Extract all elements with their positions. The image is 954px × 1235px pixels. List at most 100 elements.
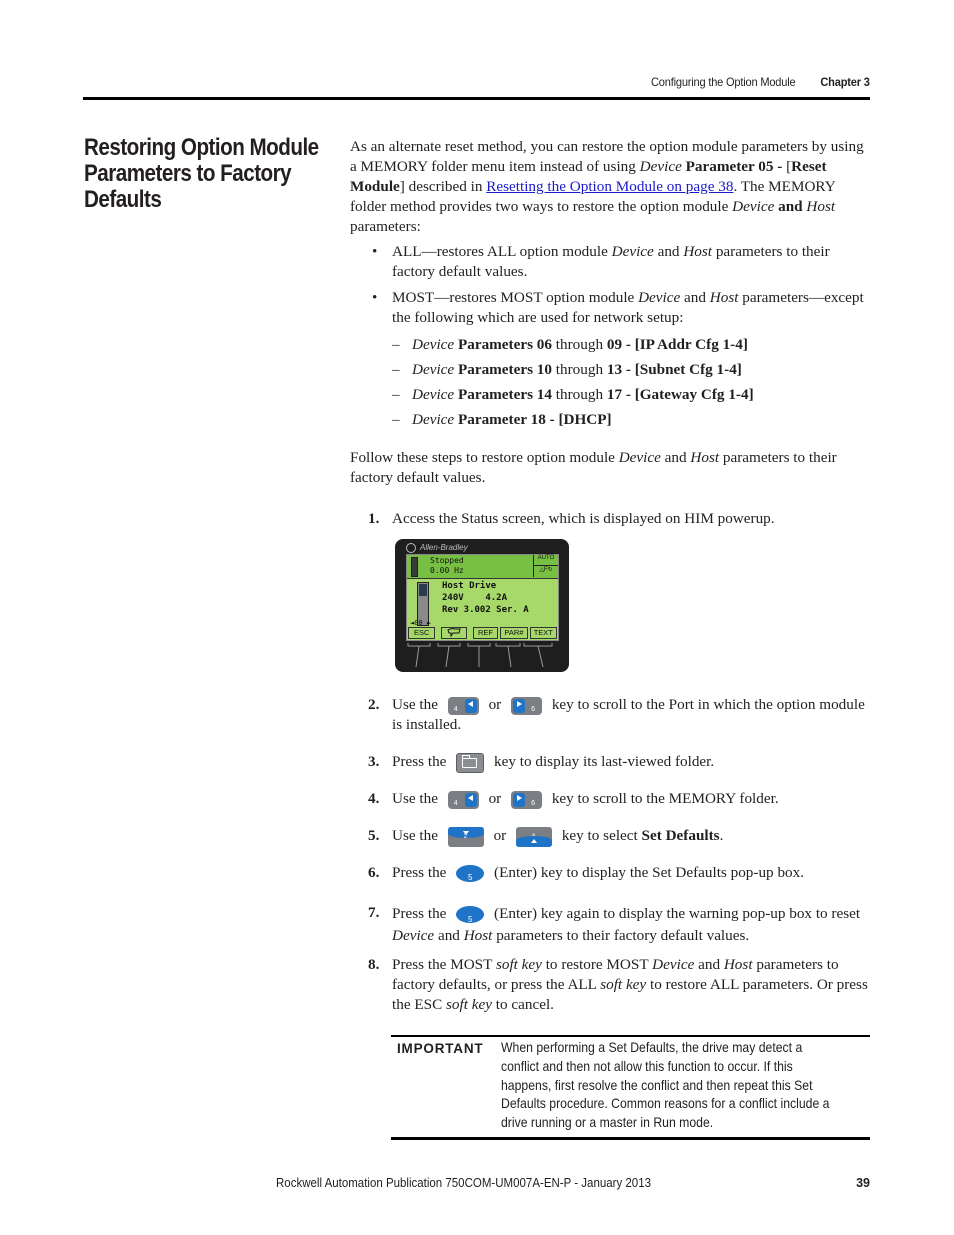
him-status-screen: Allen-Bradley Stopped 0.00 Hz AUTO △F↻ H…: [395, 539, 569, 672]
device-term: Device: [732, 198, 775, 215]
device-term: Device: [611, 243, 654, 260]
parameter-ref: Parameter 05 -: [685, 158, 783, 175]
step-text-part: Use the: [392, 827, 438, 844]
important-text: When performing a Set Defaults, the driv…: [501, 1040, 830, 1131]
key-number: 5: [467, 915, 473, 925]
softkey-text[interactable]: TEXT: [529, 627, 557, 639]
left-arrow-key-icon: 4: [447, 696, 479, 715]
step-text-part: (Enter) key to display the Set Defaults …: [494, 864, 805, 881]
important-rule-top: [391, 1035, 870, 1037]
through-text: through: [552, 386, 607, 403]
header-chapter: Chapter 3: [820, 75, 870, 89]
step-number: 3.: [368, 753, 380, 770]
list-item: – Device Parameters 14 through 17 - [Gate…: [392, 386, 754, 403]
device-term: Device: [392, 927, 435, 944]
footer-publication: Rockwell Automation Publication 750COM-U…: [276, 1176, 652, 1190]
network-params-list: – Device Parameters 06 through 09 - [IP A…: [372, 332, 754, 432]
param-name: [DHCP]: [558, 411, 612, 428]
device-term: Device: [639, 158, 682, 175]
folder-key-icon: [456, 752, 485, 773]
key-number: 5: [467, 873, 473, 883]
host-term: Host: [690, 449, 720, 466]
param-name: [Gateway Cfg 1-4]: [634, 386, 754, 403]
step-text-part: key to select: [561, 827, 642, 844]
step-text-part: key to scroll to the MEMORY folder.: [551, 790, 779, 807]
host-term: Host: [806, 198, 836, 215]
softkey-folder[interactable]: [441, 627, 467, 639]
step-text-part: parameters to their factory default valu…: [492, 927, 750, 944]
section-title: Restoring Option Module Parameters to Fa…: [84, 134, 319, 213]
step-text-part: and: [694, 956, 724, 973]
step-number: 8.: [368, 956, 380, 973]
step-text-part: to restore MOST: [541, 956, 653, 973]
device-term: Device: [412, 386, 455, 403]
step-1: 1. Access the Status screen, which is di…: [368, 509, 870, 529]
softkey-par[interactable]: PAR#: [500, 627, 528, 639]
device-term: Device: [652, 956, 695, 973]
follow-text: and: [660, 449, 691, 466]
step-3: 3. Press the key to display its last-vie…: [368, 752, 870, 773]
him-line-1: Host Drive: [442, 581, 497, 591]
step-text-part: Press the: [392, 864, 447, 881]
softkey-esc[interactable]: ESC: [408, 627, 436, 639]
key-number: 4: [453, 799, 458, 807]
param-range: 09 -: [606, 336, 631, 353]
step-number: 7.: [368, 904, 380, 921]
up-arrow-key-icon: 8: [516, 826, 553, 847]
him-line-3: Rev 3.002 Ser. A: [442, 605, 529, 615]
step-text-part: to cancel.: [491, 996, 554, 1013]
drive-small-icon: [411, 557, 418, 577]
page-number: 39: [856, 1176, 870, 1190]
step-number: 6.: [368, 864, 380, 881]
step-5: 5. Use the 2 or 8 key to select Set Defa…: [368, 826, 870, 847]
step-number: 5.: [368, 827, 380, 844]
step-text: Use the 4 or 6 key to scroll to the MEMO…: [392, 789, 870, 809]
device-term: Device: [412, 361, 455, 378]
folders-icon: [447, 628, 461, 638]
step-text: Access the Status screen, which is displ…: [392, 510, 775, 527]
device-term: Device: [412, 336, 455, 353]
enter-key-icon: 5: [456, 865, 485, 883]
bullet-most: MOST—restores MOST option module Device …: [372, 288, 870, 328]
list-item: – Device Parameter 18 - [DHCP]: [392, 411, 612, 428]
enter-key-icon: 5: [456, 906, 485, 924]
intro-text: ] described in: [399, 178, 487, 195]
right-arrow-key-icon: 6: [511, 696, 543, 715]
list-item: ALL—restores ALL option module Device an…: [372, 242, 870, 282]
step-text: Use the 4 or 6 key to scroll to the Port…: [392, 695, 870, 735]
param-range: 17 -: [606, 386, 631, 403]
bullet-text: and: [653, 243, 684, 260]
step-text-part: Use the: [392, 696, 438, 713]
soft-key-term: soft key: [495, 956, 542, 973]
list-item: MOST—restores MOST option module Device …: [372, 288, 870, 328]
running-header: Configuring the Option Module Chapter 3: [651, 75, 870, 89]
header-section: Configuring the Option Module: [651, 75, 796, 89]
step-number: 4.: [368, 790, 380, 807]
key-number: 6: [531, 705, 536, 713]
step-text-part: .: [719, 827, 724, 844]
header-rule: [83, 97, 870, 100]
follow-text: Follow these steps to restore option mod…: [350, 449, 619, 466]
right-arrow-key-icon: 6: [511, 790, 543, 809]
drive-status: Stopped: [430, 556, 464, 565]
softkey-ref[interactable]: REF: [472, 627, 499, 639]
host-term: Host: [723, 956, 753, 973]
bullet-all: ALL—restores ALL option module Device an…: [372, 242, 870, 282]
step-text: Use the 2 or 8 key to select Set Default…: [392, 826, 870, 847]
step-text: Press the 5 (Enter) key again to display…: [392, 903, 870, 947]
key-number: 6: [531, 799, 536, 807]
resetting-link[interactable]: Resetting the Option Module on page 38: [486, 178, 733, 195]
list-item: – Device Parameters 06 through 09 - [IP A…: [392, 336, 748, 353]
him-line-2: 240V 4.2A: [442, 593, 508, 603]
or-text: or: [493, 827, 507, 844]
step-text: Press the key to display its last-viewed…: [392, 752, 870, 773]
bullet-text: ALL—restores ALL option module: [392, 243, 612, 260]
drive-frequency: 0.00 Hz: [430, 566, 464, 575]
step-text-part: Press the: [392, 905, 447, 922]
intro-text: parameters:: [350, 218, 421, 235]
param-range: Parameters 06: [457, 336, 552, 353]
set-defaults-term: Set Defaults: [641, 827, 720, 844]
step-text-part: Use the: [392, 790, 438, 807]
softkey-pointers: [407, 643, 553, 668]
host-term: Host: [683, 243, 713, 260]
